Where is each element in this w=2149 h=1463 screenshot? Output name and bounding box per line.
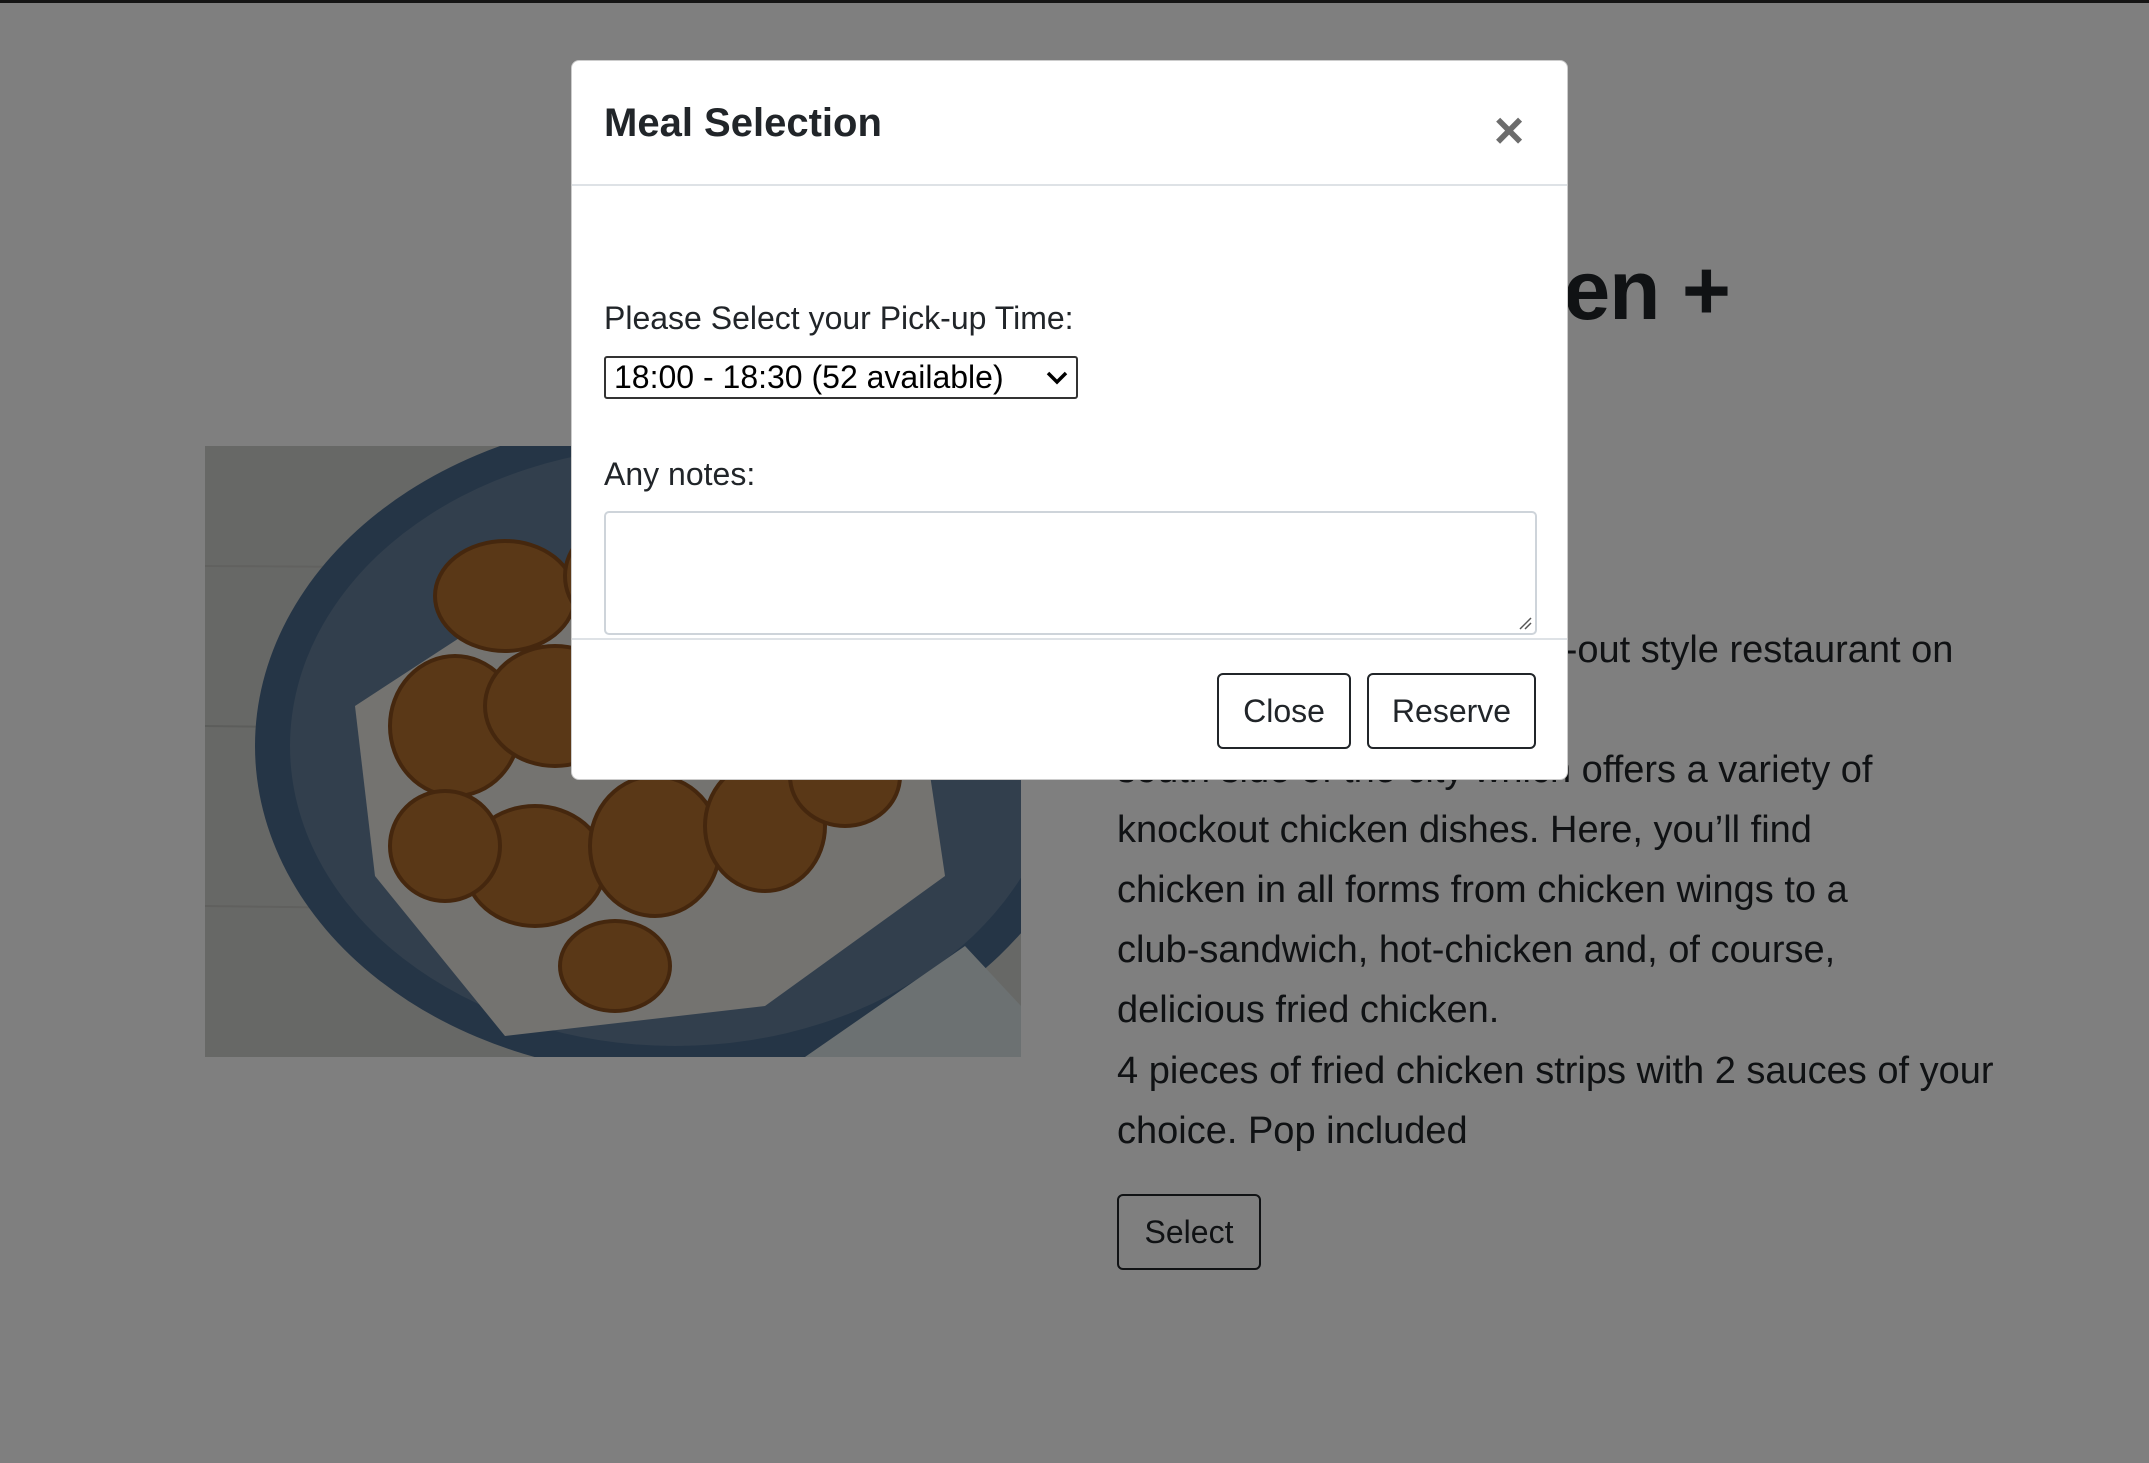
modal-header: Meal Selection × <box>572 61 1567 186</box>
meal-selection-modal: Meal Selection × Please Select your Pick… <box>571 60 1568 780</box>
modal-footer: Close Reserve <box>572 638 1567 779</box>
modal-title: Meal Selection <box>604 101 882 145</box>
chevron-down-icon <box>1046 371 1068 384</box>
close-button[interactable]: Close <box>1217 673 1351 749</box>
close-icon[interactable]: × <box>1483 105 1535 157</box>
pickup-time-selected-value: 18:00 - 18:30 (52 available) <box>614 359 1004 395</box>
pickup-time-label: Please Select your Pick-up Time: <box>604 300 1074 336</box>
reserve-button[interactable]: Reserve <box>1367 673 1536 749</box>
notes-label: Any notes: <box>604 456 756 492</box>
resize-grip-icon[interactable] <box>1518 616 1532 630</box>
notes-textarea[interactable] <box>604 511 1537 635</box>
pickup-time-select[interactable]: 18:00 - 18:30 (52 available) <box>604 356 1078 399</box>
